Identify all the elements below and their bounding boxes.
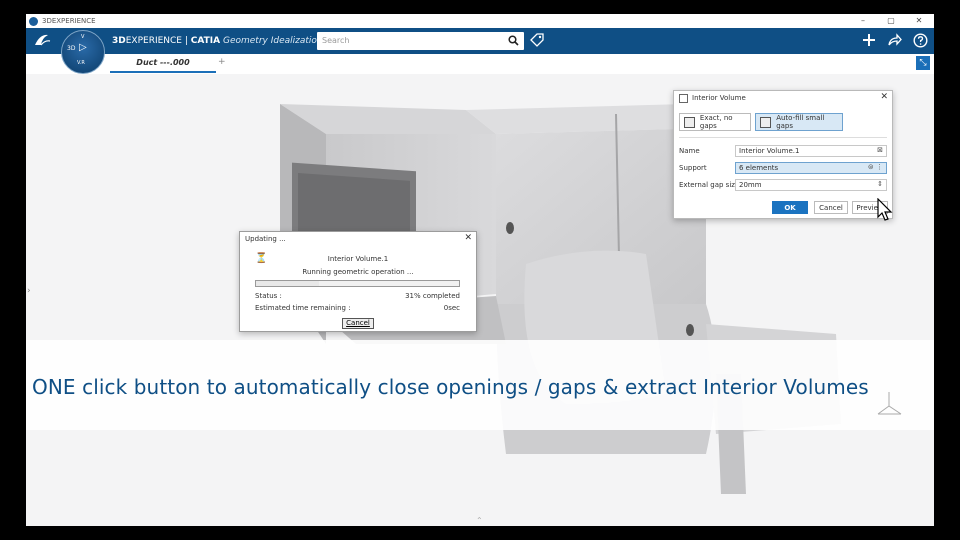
updating-item: Interior Volume.1	[327, 255, 389, 263]
compass-widget[interactable]: V 3D ▷ V.R	[61, 30, 105, 74]
caption-text: ONE click button to automatically close …	[32, 375, 869, 399]
dialog-header: Interior Volume ✕	[674, 91, 892, 105]
brand-catia: CATIA	[190, 36, 221, 46]
cancel-button[interactable]: Cancel	[814, 201, 848, 214]
tab-bar: Duct ---.000 + ⤡	[26, 54, 934, 74]
name-label: Name	[679, 147, 700, 155]
window-title: 3DEXPERIENCE	[42, 17, 96, 25]
brand-experience: EXPERIENCE |	[125, 36, 191, 46]
updating-operation: Running geometric operation ...	[302, 268, 414, 276]
close-button[interactable]: ✕	[904, 14, 934, 28]
exact-icon	[684, 116, 695, 128]
support-options-icon[interactable]: ⊜ ⋮	[868, 163, 883, 171]
gap-size-value: 20mm	[739, 181, 762, 189]
status-label: Status :	[255, 292, 282, 300]
support-value: 6 elements	[739, 164, 779, 172]
window-titlebar: 3DEXPERIENCE	[26, 14, 934, 28]
exact-no-gaps-button[interactable]: Exact, no gaps	[679, 113, 751, 131]
auto-fill-label: Auto-fill small gaps	[776, 114, 825, 130]
play-icon[interactable]: ▷	[79, 42, 87, 53]
3ds-logo-icon[interactable]	[32, 32, 52, 52]
status-value: 31% completed	[405, 292, 460, 300]
bottom-chevron-icon[interactable]: ⌃	[476, 516, 483, 525]
help-icon[interactable]	[913, 33, 928, 52]
gap-size-label: External gap size	[679, 181, 740, 189]
eta-label: Estimated time remaining :	[255, 304, 351, 312]
search-input[interactable]: Search	[317, 32, 524, 50]
auto-fill-icon	[760, 116, 772, 128]
clear-icon[interactable]: ⊠	[877, 146, 883, 154]
maximize-button[interactable]: ▢	[876, 14, 906, 28]
interior-volume-dialog: Interior Volume ✕ Exact, no gaps Auto-fi…	[673, 90, 893, 219]
caption-banner: ONE click button to automatically close …	[26, 340, 934, 430]
minimize-button[interactable]: –	[848, 14, 878, 28]
compass-v-label: V	[81, 34, 85, 40]
share-icon[interactable]	[887, 33, 902, 51]
updating-dialog: Updating ... ✕ ⏳ Interior Volume.1 Runni…	[239, 231, 477, 332]
updating-cancel-button[interactable]: Cancel	[342, 318, 374, 329]
fullscreen-icon[interactable]: ⤡	[916, 56, 930, 70]
app-window: 3DEXPERIENCE – ▢ ✕ 3DEXPERIENCE | CATIA …	[26, 14, 934, 526]
plus-icon[interactable]	[862, 33, 876, 51]
support-field[interactable]: 6 elements ⊜ ⋮	[735, 162, 887, 174]
tab-duct[interactable]: Duct ---.000	[110, 58, 216, 67]
mouse-pointer-icon	[877, 197, 893, 227]
axis-triad-icon	[874, 388, 904, 423]
compass-vr-label[interactable]: V.R	[77, 60, 85, 66]
top-app-bar: 3DEXPERIENCE | CATIA Geometry Idealizati…	[26, 28, 934, 54]
dialog-close-icon[interactable]: ✕	[880, 92, 888, 102]
volume-icon	[679, 93, 688, 103]
tag-icon[interactable]	[530, 33, 544, 50]
eta-value: 0sec	[443, 304, 460, 312]
brand-3d: 3D	[112, 36, 126, 46]
auto-fill-gaps-button[interactable]: Auto-fill small gaps	[755, 113, 843, 131]
dialog-title: Interior Volume	[692, 94, 746, 102]
divider	[679, 137, 887, 138]
name-field[interactable]: Interior Volume.1 ⊠	[735, 145, 887, 157]
add-tab-button[interactable]: +	[218, 57, 226, 67]
search-icon[interactable]	[508, 35, 519, 49]
spinner-icon[interactable]: ⇕	[877, 180, 883, 188]
app-logo-icon	[29, 16, 38, 26]
side-panel-toggle-icon[interactable]: ›	[27, 286, 31, 296]
gap-size-field[interactable]: 20mm ⇕	[735, 179, 887, 191]
active-tab-indicator	[110, 71, 216, 73]
exact-label: Exact, no gaps	[699, 114, 733, 130]
name-value: Interior Volume.1	[739, 147, 800, 155]
updating-header: Updating ... ✕	[240, 232, 476, 246]
progress-fill	[256, 281, 319, 286]
ok-button[interactable]: OK	[772, 201, 808, 214]
updating-close-icon[interactable]: ✕	[464, 233, 472, 243]
app-title: 3DEXPERIENCE | CATIA Geometry Idealizati…	[112, 36, 349, 46]
progress-bar	[255, 280, 460, 287]
search-placeholder: Search	[322, 36, 350, 45]
compass-3d-label[interactable]: 3D	[67, 45, 75, 52]
support-label: Support	[679, 164, 707, 172]
updating-title: Updating ...	[245, 235, 286, 243]
